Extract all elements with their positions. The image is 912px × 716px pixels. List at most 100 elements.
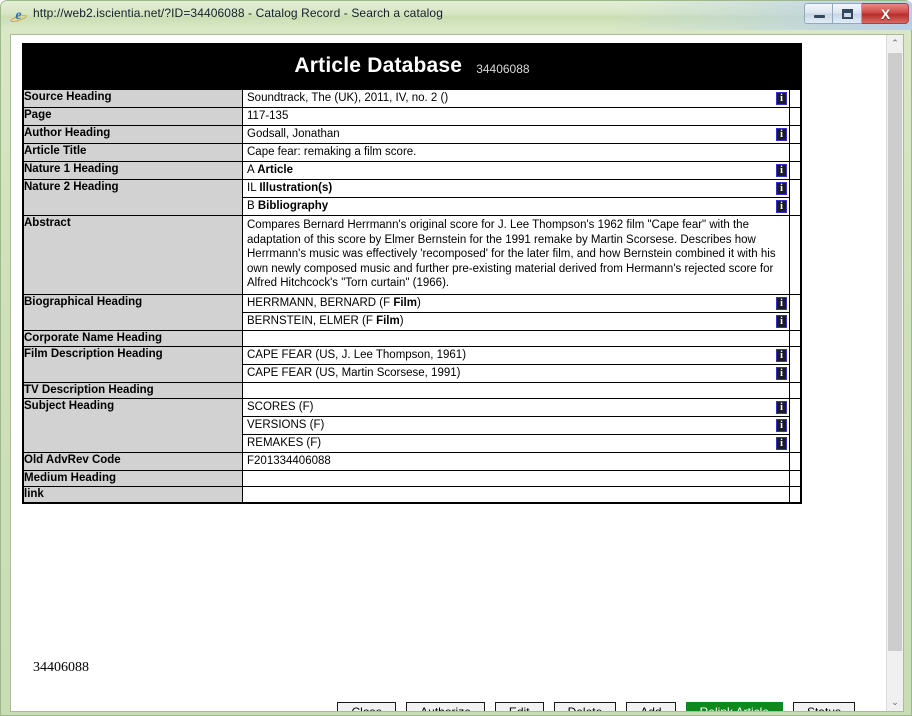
vertical-scrollbar[interactable]: ⌃ ⌄ [886, 35, 903, 711]
row-spacer-cell [789, 215, 802, 295]
table-row: Biographical Heading HERRMANN, BERNARD (F… [22, 293, 802, 331]
value-prefix: BERNSTEIN, ELMER (F [247, 314, 377, 327]
record-table: Source Heading Soundtrack, The (UK), 2011… [22, 89, 802, 504]
row-label: TV Description Heading [22, 381, 243, 399]
info-icon[interactable] [776, 164, 787, 177]
info-icon[interactable] [776, 314, 787, 328]
table-row: link [22, 485, 802, 504]
row-value: 117-135 [242, 107, 790, 126]
row-label: Old AdvRev Code [22, 451, 243, 471]
table-row: Author Heading Godsall, Jonathan [22, 125, 802, 144]
value-text: Godsall, Jonathan [247, 128, 340, 140]
ie-logo-icon: e [9, 7, 28, 24]
table-row: Article Title Cape fear: remaking a film … [22, 143, 802, 162]
row-spacer-cell [789, 345, 802, 383]
row-value: A Article [242, 161, 790, 180]
value-text: BERNSTEIN, ELMER (F Film) [247, 314, 404, 329]
scrollbar-thumb[interactable] [888, 53, 902, 651]
row-value: HERRMANN, BERNARD (F Film)BERNSTEIN, ELM… [242, 293, 790, 331]
info-icon[interactable] [776, 400, 787, 414]
value-bold: Illustration(s) [259, 182, 333, 194]
record-table-body: Source Heading Soundtrack, The (UK), 2011… [22, 89, 802, 504]
title-bar[interactable]: e http://web2.iscientia.net/?ID=34406088… [1, 1, 912, 30]
info-icon[interactable] [776, 128, 787, 141]
value-suffix: ) [416, 296, 421, 309]
info-icon[interactable] [776, 436, 787, 450]
info-icon[interactable] [776, 418, 787, 432]
close-button[interactable]: Close [337, 702, 397, 711]
info-icon[interactable] [776, 182, 787, 195]
row-label: Medium Heading [22, 469, 243, 487]
value-text: Cape fear: remaking a film score. [247, 146, 417, 158]
value-line: B Bibliography [243, 198, 789, 215]
edit-button[interactable]: Edit [494, 702, 544, 711]
page-content: Article Database 34406088 Source Heading… [11, 35, 887, 711]
ie-logo-glyph: e [15, 8, 22, 23]
info-icon[interactable] [776, 296, 787, 310]
row-spacer-cell [789, 125, 802, 144]
value-line: 117-135 [243, 108, 789, 125]
value-prefix: HERRMANN, BERNARD (F [247, 296, 394, 309]
delete-button[interactable]: Delete [553, 702, 617, 711]
page-title: Article Database [294, 54, 463, 77]
value-text: SCORES (F) [247, 400, 314, 413]
table-row: Nature 2 HeadingIL Illustration(s)B Bibl… [22, 179, 802, 216]
scroll-up-button[interactable]: ⌃ [887, 35, 903, 52]
row-label: link [22, 485, 243, 504]
browser-window: e http://web2.iscientia.net/?ID=34406088… [0, 0, 912, 716]
value-line: Godsall, Jonathan [243, 126, 789, 143]
value-bold: Article [257, 164, 294, 176]
table-row: Nature 1 Heading A Article [22, 161, 802, 180]
row-label: Article Title [22, 143, 243, 162]
table-row: Abstract Compares Bernard Herrmann's orig… [22, 215, 802, 295]
table-row: Medium Heading [22, 469, 802, 487]
value-line: HERRMANN, BERNARD (F Film) [243, 295, 789, 313]
relink-article-button[interactable]: Relink Article [685, 702, 783, 711]
info-icon[interactable] [776, 366, 787, 380]
window-controls: X [804, 3, 909, 24]
close-icon: X [880, 6, 891, 22]
row-label: Corporate Name Heading [22, 329, 243, 347]
row-value: Cape fear: remaking a film score. [242, 143, 790, 162]
value-text: B Bibliography [247, 199, 328, 214]
value-code: B [247, 200, 258, 212]
value-line: BERNSTEIN, ELMER (F Film) [243, 313, 789, 330]
row-spacer-cell [789, 397, 802, 453]
maximize-button[interactable] [833, 3, 862, 24]
info-icon[interactable] [776, 348, 787, 362]
value-text: 117-135 [247, 110, 289, 122]
table-row: Old AdvRev Code F201334406088 [22, 451, 802, 471]
minimize-button[interactable] [804, 3, 833, 24]
row-value: CAPE FEAR (US, J. Lee Thompson, 1961) CAP… [242, 345, 790, 383]
status-button[interactable]: Status [792, 702, 855, 711]
value-line [243, 471, 789, 486]
value-bold: Bibliography [257, 200, 329, 212]
value-line: CAPE FEAR (US, J. Lee Thompson, 1961) [243, 347, 789, 365]
row-spacer-cell [789, 293, 802, 331]
add-button[interactable]: Add [626, 702, 676, 711]
action-button-bar: Close Authorize Edit Delete Add Relink Articl… [11, 702, 871, 711]
row-value: Soundtrack, The (UK), 2011, IV, no. 2 () [242, 89, 790, 108]
authorize-button[interactable]: Authorize [406, 702, 485, 711]
row-spacer-cell [789, 381, 802, 399]
maximize-icon [842, 9, 853, 19]
scroll-down-button[interactable]: ⌄ [887, 694, 903, 711]
row-value: IL Illustration(s)B Bibliography [242, 179, 790, 216]
info-icon[interactable] [776, 200, 787, 213]
close-button[interactable]: X [862, 3, 909, 24]
value-text: F201334406088 [247, 454, 331, 467]
value-line: A Article [243, 162, 789, 179]
footer-record-id: 34406088 [33, 660, 89, 675]
info-icon[interactable] [776, 92, 787, 105]
catalog-record: Article Database 34406088 Source Heading… [22, 43, 802, 504]
value-line [243, 331, 789, 346]
row-value: F201334406088 [242, 451, 790, 471]
row-value [242, 381, 790, 399]
value-text: REMAKES (F) [247, 436, 322, 449]
row-value: Godsall, Jonathan [242, 125, 790, 144]
row-label: Subject Heading [22, 397, 243, 453]
row-spacer-cell [789, 329, 802, 347]
header-record-id: 34406088 [476, 62, 530, 76]
table-row: Subject Heading SCORES (F) VERSIONS (F) REM… [22, 397, 802, 453]
row-value [242, 329, 790, 347]
